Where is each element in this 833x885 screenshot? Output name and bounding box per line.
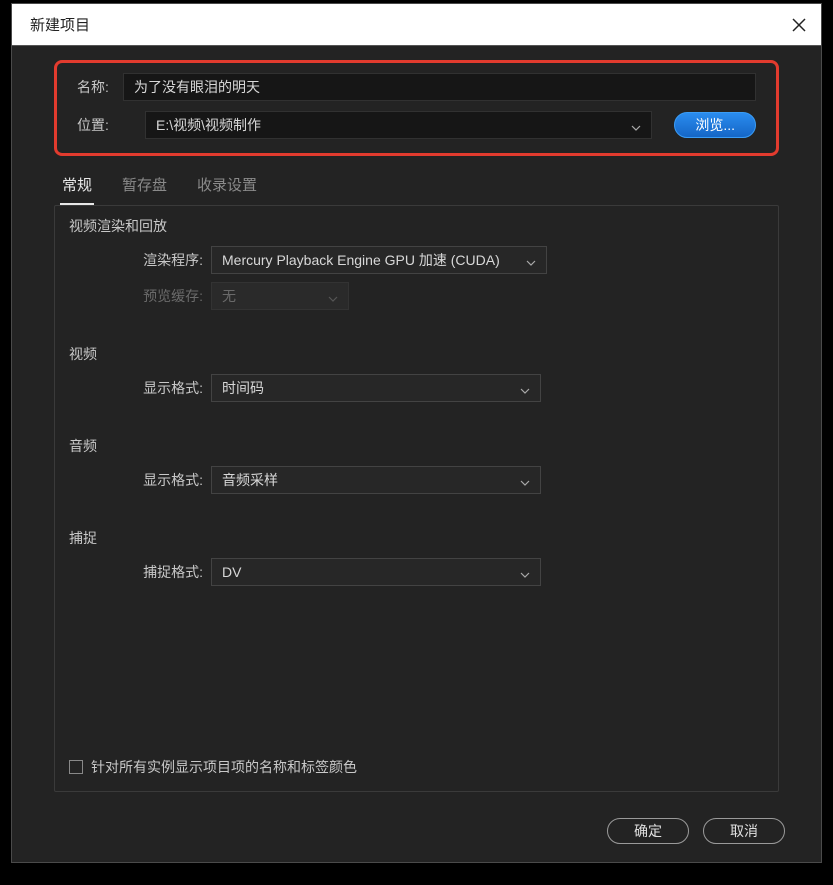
section-render-title: 视频渲染和回放 [69, 216, 764, 236]
renderer-row: 渲染程序: Mercury Playback Engine GPU 加速 (CU… [69, 246, 764, 274]
video-format-label: 显示格式: [125, 378, 203, 398]
capture-format-value: DV [222, 564, 241, 580]
close-icon[interactable] [791, 17, 807, 33]
capture-format-row: 捕捉格式: DV [69, 558, 764, 586]
location-label: 位置: [77, 115, 123, 135]
cancel-button[interactable]: 取消 [703, 818, 785, 844]
dialog-footer: 确定 取消 [12, 806, 821, 862]
highlight-annotation: 名称: 位置: E:\视频\视频制作 浏览... [54, 60, 779, 156]
location-select[interactable]: E:\视频\视频制作 [145, 111, 652, 139]
preview-cache-value: 无 [222, 286, 236, 306]
section-capture-title: 捕捉 [69, 528, 764, 548]
section-video: 视频 显示格式: 时间码 [69, 344, 764, 410]
chevron-down-icon [631, 120, 641, 130]
location-row: 位置: E:\视频\视频制作 浏览... [77, 111, 756, 139]
section-audio-title: 音频 [69, 436, 764, 456]
section-render: 视频渲染和回放 渲染程序: Mercury Playback Engine GP… [69, 216, 764, 318]
video-format-select[interactable]: 时间码 [211, 374, 541, 402]
dialog-content: 名称: 位置: E:\视频\视频制作 浏览... 常规 暂存盘 收录设置 视频 [12, 46, 821, 806]
new-project-dialog: 新建项目 名称: 位置: E:\视频\视频制作 浏览... 常规 [11, 3, 822, 863]
chevron-down-icon [526, 255, 536, 265]
browse-label: 浏览... [695, 115, 735, 135]
chevron-down-icon [328, 291, 338, 301]
section-capture: 捕捉 捕捉格式: DV [69, 528, 764, 594]
tabs: 常规 暂存盘 收录设置 [54, 164, 779, 205]
renderer-label: 渲染程序: [125, 250, 203, 270]
section-audio: 音频 显示格式: 音频采样 [69, 436, 764, 502]
name-label: 名称: [77, 77, 123, 97]
section-video-title: 视频 [69, 344, 764, 364]
preview-cache-label: 预览缓存: [125, 286, 203, 306]
capture-format-select[interactable]: DV [211, 558, 541, 586]
tab-ingest-settings[interactable]: 收录设置 [195, 170, 259, 205]
chevron-down-icon [520, 567, 530, 577]
audio-format-row: 显示格式: 音频采样 [69, 466, 764, 494]
tab-general[interactable]: 常规 [60, 170, 94, 205]
renderer-value: Mercury Playback Engine GPU 加速 (CUDA) [222, 250, 500, 270]
settings-panel: 视频渲染和回放 渲染程序: Mercury Playback Engine GP… [54, 205, 779, 792]
tab-scratch-disks[interactable]: 暂存盘 [120, 170, 169, 205]
preview-cache-select: 无 [211, 282, 349, 310]
browse-button[interactable]: 浏览... [674, 112, 756, 138]
show-names-label: 针对所有实例显示项目项的名称和标签颜色 [91, 757, 357, 777]
show-names-checkbox[interactable] [69, 760, 83, 774]
name-input[interactable] [123, 73, 756, 101]
audio-format-select[interactable]: 音频采样 [211, 466, 541, 494]
video-format-row: 显示格式: 时间码 [69, 374, 764, 402]
preview-cache-row: 预览缓存: 无 [69, 282, 764, 310]
chevron-down-icon [520, 475, 530, 485]
capture-format-label: 捕捉格式: [125, 562, 203, 582]
video-format-value: 时间码 [222, 378, 264, 398]
show-names-checkbox-row: 针对所有实例显示项目项的名称和标签颜色 [69, 727, 764, 777]
titlebar: 新建项目 [12, 4, 821, 46]
chevron-down-icon [520, 383, 530, 393]
location-value: E:\视频\视频制作 [156, 115, 261, 135]
spacer [69, 620, 764, 727]
dialog-title: 新建项目 [30, 14, 90, 35]
renderer-select[interactable]: Mercury Playback Engine GPU 加速 (CUDA) [211, 246, 547, 274]
name-row: 名称: [77, 73, 756, 101]
ok-button[interactable]: 确定 [607, 818, 689, 844]
audio-format-label: 显示格式: [125, 470, 203, 490]
audio-format-value: 音频采样 [222, 470, 278, 490]
